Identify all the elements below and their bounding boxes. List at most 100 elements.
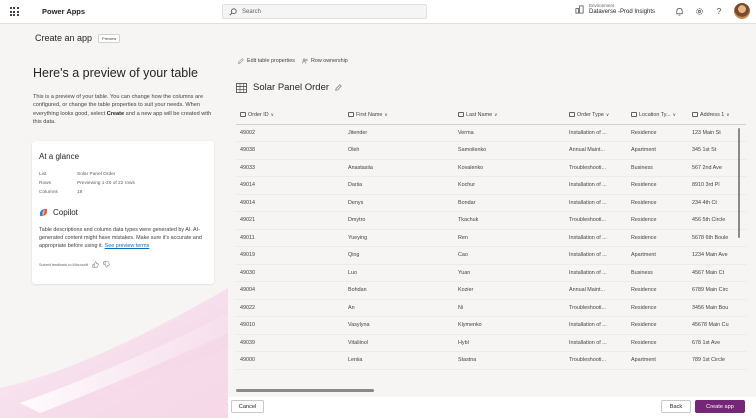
table-cell-location-type[interactable]: Residence (627, 124, 688, 142)
edit-table-name-icon[interactable] (335, 84, 342, 91)
table-row[interactable]: 49010 Vasylyna Klymenko Installation of ...… (236, 316, 746, 335)
table-cell-address[interactable]: 789 1st Circle (688, 351, 746, 370)
create-app-button[interactable]: Create app (695, 400, 745, 413)
bell-icon[interactable] (674, 6, 684, 16)
table-cell-order-type[interactable]: Installation of ... (565, 334, 627, 352)
column-header-order-id[interactable]: Order ID ∨ (236, 106, 344, 125)
table-row[interactable]: 49014 Denys Bondar Installation of ... Resid… (236, 194, 746, 212)
table-cell-location-type[interactable]: Residence (627, 281, 688, 300)
horizontal-scrollbar[interactable] (236, 389, 374, 392)
table-cell-location-type[interactable]: Residence (627, 334, 688, 352)
column-header-order-type[interactable]: Order Type ∨ (565, 106, 627, 125)
table-cell-order-type[interactable]: Installation of ... (565, 246, 627, 265)
table-cell-last-name[interactable]: Samoilenko (454, 141, 565, 160)
table-cell-last-name[interactable]: Kozier (454, 281, 565, 300)
table-cell-order-id[interactable]: 49022 (236, 299, 344, 317)
table-row[interactable]: 49022 An Ni Troubleshooti... Residence 3456 M… (236, 299, 746, 317)
table-row[interactable]: 49002 Jitender Verma Installation of ... Res… (236, 124, 746, 142)
table-cell-order-id[interactable]: 49038 (236, 141, 344, 160)
table-cell-first-name[interactable]: Yueying (344, 229, 454, 247)
data-grid[interactable]: Order ID ∨ First Name ∨ Last Name ∨ Order Type… (236, 106, 746, 394)
table-cell-last-name[interactable]: Yuan (454, 264, 565, 282)
table-row[interactable]: 49004 Bohdan Kozier Annual Maint... Residenc… (236, 281, 746, 300)
table-cell-last-name[interactable]: Cao (454, 246, 565, 265)
table-cell-order-id[interactable]: 49004 (236, 281, 344, 300)
gear-icon[interactable] (694, 6, 704, 16)
search-input[interactable]: Search (222, 4, 427, 19)
table-cell-order-id[interactable]: 49000 (236, 351, 344, 370)
table-cell-first-name[interactable]: Bohdan (344, 281, 454, 300)
table-row[interactable]: 49030 Luo Yuan Installation of ... Business 4… (236, 264, 746, 282)
table-cell-first-name[interactable]: Dmytro (344, 211, 454, 230)
table-cell-location-type[interactable]: Residence (627, 299, 688, 317)
table-cell-last-name[interactable]: Bondar (454, 194, 565, 212)
table-cell-first-name[interactable]: Leniia (344, 351, 454, 370)
table-cell-last-name[interactable]: Klymenko (454, 316, 565, 335)
table-cell-address[interactable]: 678 1st Ave (688, 334, 746, 352)
table-cell-first-name[interactable]: Dariia (344, 176, 454, 195)
table-cell-order-type[interactable]: Troubleshooti... (565, 159, 627, 177)
table-cell-order-id[interactable]: 49010 (236, 316, 344, 335)
table-cell-order-id[interactable]: 49011 (236, 229, 344, 247)
table-cell-order-type[interactable]: Installation of ... (565, 229, 627, 247)
table-cell-order-id[interactable]: 49014 (236, 194, 344, 212)
column-header-location-type[interactable]: Location Ty... ∨ (627, 106, 688, 125)
table-cell-location-type[interactable]: Apartment (627, 246, 688, 265)
table-cell-last-name[interactable]: Kochur (454, 176, 565, 195)
edit-table-properties-button[interactable]: Edit table properties (238, 58, 295, 64)
table-cell-order-type[interactable]: Installation of ... (565, 176, 627, 195)
table-cell-last-name[interactable]: Ni (454, 299, 565, 317)
table-cell-order-id[interactable]: 49033 (236, 159, 344, 177)
table-cell-first-name[interactable]: Qing (344, 246, 454, 265)
vertical-scrollbar[interactable] (738, 128, 740, 238)
table-cell-order-id[interactable]: 49014 (236, 176, 344, 195)
preview-terms-link[interactable]: See preview terms (105, 243, 150, 249)
table-cell-last-name[interactable]: Hybl (454, 334, 565, 352)
row-ownership-button[interactable]: Row ownership (302, 58, 348, 64)
table-row[interactable]: 49039 Vitaliinol Hybl Installation of ... Re… (236, 334, 746, 352)
thumbs-down-icon[interactable] (103, 261, 110, 268)
table-cell-location-type[interactable]: Apartment (627, 351, 688, 370)
table-cell-first-name[interactable]: Luo (344, 264, 454, 282)
table-row[interactable]: 49021 Dmytro Tkachuk Troubleshooti... Reside… (236, 211, 746, 230)
chevron-down-icon[interactable]: ∨ (673, 112, 676, 118)
table-row[interactable]: 49011 Yueying Ren Installation of ... Reside… (236, 229, 746, 247)
chevron-down-icon[interactable]: ∨ (606, 112, 609, 118)
table-cell-location-type[interactable]: Residence (627, 211, 688, 230)
app-name[interactable]: Power Apps (42, 7, 85, 16)
table-row[interactable]: 49038 Oleh Samoilenko Annual Maint... Apartm… (236, 141, 746, 160)
table-cell-order-type[interactable]: Installation of ... (565, 316, 627, 335)
table-row[interactable]: 49019 Qing Cao Installation of ... Apartment… (236, 246, 746, 265)
table-cell-location-type[interactable]: Residence (627, 176, 688, 195)
table-row[interactable]: 49014 Dariia Kochur Installation of ... Resi… (236, 176, 746, 195)
table-cell-order-id[interactable]: 49030 (236, 264, 344, 282)
table-cell-last-name[interactable]: Ren (454, 229, 565, 247)
table-cell-order-id[interactable]: 49039 (236, 334, 344, 352)
table-cell-order-id[interactable]: 49021 (236, 211, 344, 230)
table-cell-address[interactable]: 3456 Main Bou (688, 299, 746, 317)
table-cell-location-type[interactable]: Business (627, 159, 688, 177)
table-cell-first-name[interactable]: Vasylyna (344, 316, 454, 335)
table-cell-order-type[interactable]: Troubleshooti... (565, 211, 627, 230)
table-cell-last-name[interactable]: Tkachuk (454, 211, 565, 230)
table-cell-first-name[interactable]: An (344, 299, 454, 317)
app-launcher-icon[interactable] (0, 0, 28, 24)
table-cell-order-type[interactable]: Annual Maint... (565, 281, 627, 300)
table-cell-order-type[interactable]: Installation of ... (565, 194, 627, 212)
chevron-down-icon[interactable]: ∨ (494, 112, 497, 118)
table-cell-address[interactable]: 1234 Main Ave (688, 246, 746, 265)
table-cell-location-type[interactable]: Residence (627, 194, 688, 212)
table-cell-first-name[interactable]: Denys (344, 194, 454, 212)
table-cell-address[interactable]: 4567 Main Ct (688, 264, 746, 282)
table-cell-order-type[interactable]: Troubleshooti... (565, 351, 627, 370)
table-row[interactable]: 49000 Leniia Stastna Troubleshooti... Apartm… (236, 351, 746, 370)
table-cell-last-name[interactable]: Stastna (454, 351, 565, 370)
table-cell-first-name[interactable]: Anastasiia (344, 159, 454, 177)
thumbs-up-icon[interactable] (92, 261, 99, 268)
chevron-down-icon[interactable]: ∨ (271, 112, 274, 118)
table-cell-first-name[interactable]: Oleh (344, 141, 454, 160)
table-cell-last-name[interactable]: Kovalenko (454, 159, 565, 177)
cancel-button[interactable]: Cancel (231, 400, 264, 413)
column-header-first-name[interactable]: First Name ∨ (344, 106, 454, 125)
help-icon[interactable]: ? (714, 6, 724, 16)
